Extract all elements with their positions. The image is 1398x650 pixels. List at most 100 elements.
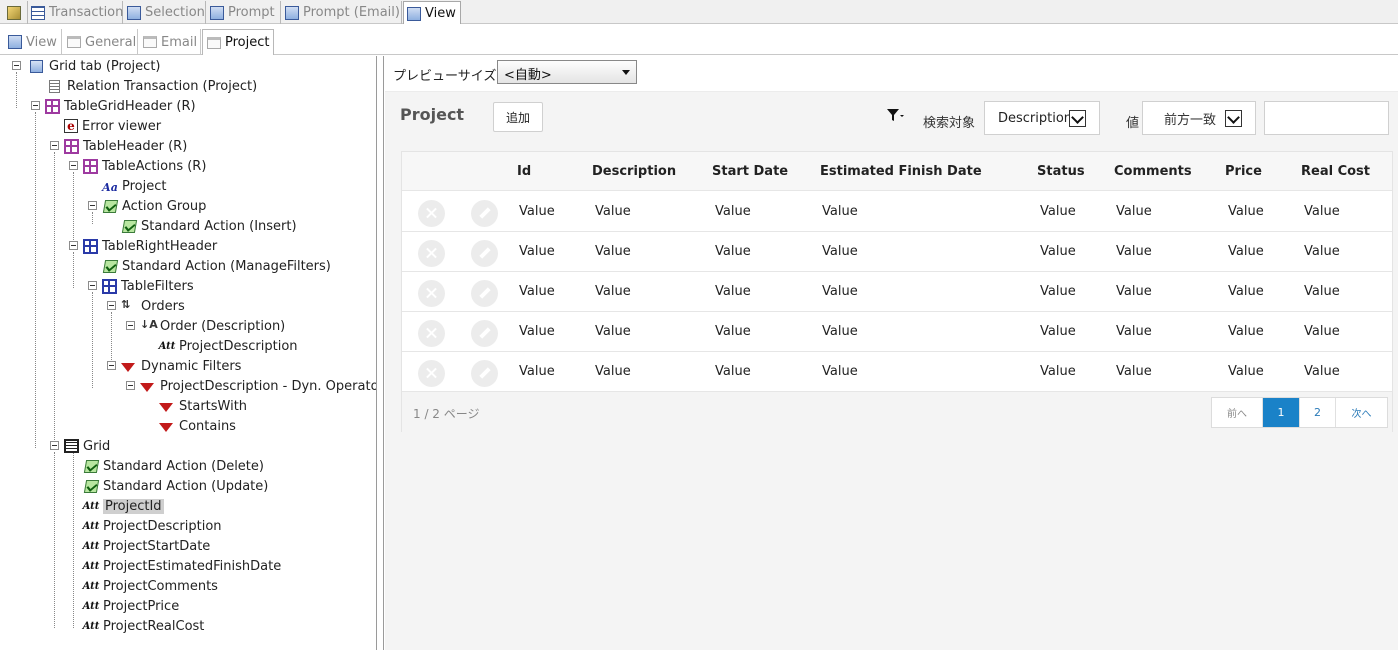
page-button[interactable]: 2: [1300, 398, 1336, 427]
table-cell: Value: [595, 284, 631, 299]
tree-node-action-insert[interactable]: Standard Action (Insert): [121, 216, 297, 236]
tree-node-startswith[interactable]: StartsWith: [159, 396, 247, 416]
table-cell: Value: [1040, 324, 1076, 339]
delete-icon[interactable]: [418, 320, 445, 347]
delete-icon[interactable]: [418, 240, 445, 267]
tree-node-projectrealcost[interactable]: Att ProjectRealCost: [83, 616, 205, 636]
subtab-project[interactable]: Project: [202, 29, 274, 55]
tree-node-grid[interactable]: Grid: [50, 436, 110, 456]
prev-page-button[interactable]: 前へ: [1212, 398, 1263, 427]
table-cell: Value: [822, 324, 858, 339]
tab-prompt-email[interactable]: Prompt (Email): [282, 1, 402, 24]
tree-node-orders[interactable]: ⇅ Orders: [107, 296, 185, 316]
tree-node-tablefilters[interactable]: TableFilters: [88, 276, 194, 296]
preview-size-select[interactable]: <自動>: [497, 60, 637, 84]
table-cell: Value: [595, 244, 631, 259]
delete-icon[interactable]: [418, 200, 445, 227]
column-header[interactable]: Description: [592, 164, 676, 179]
collapse-toggle[interactable]: [50, 141, 59, 150]
tree-node-projectdescription[interactable]: Att ProjectDescription: [83, 516, 222, 536]
collapse-toggle[interactable]: [107, 361, 116, 370]
tab-transaction[interactable]: Transaction: [28, 1, 123, 24]
edit-icon[interactable]: [471, 360, 498, 387]
filter-toggle-icon[interactable]: [886, 106, 904, 124]
next-page-button[interactable]: 次へ: [1336, 398, 1387, 427]
tree-node-tablegridheader[interactable]: TableGridHeader (R): [31, 96, 196, 116]
column-header[interactable]: Estimated Finish Date: [820, 164, 982, 179]
search-field-select[interactable]: Description: [984, 101, 1100, 135]
tree-label: ProjectDescription: [179, 338, 298, 354]
tree-node-project-text[interactable]: Aa Project: [102, 176, 166, 196]
collapse-toggle[interactable]: [50, 441, 59, 450]
collapse-toggle[interactable]: [69, 161, 78, 170]
grid-icon: [64, 439, 79, 453]
edit-icon[interactable]: [471, 320, 498, 347]
tree-label-selected: ProjectId: [103, 498, 164, 514]
tree-node-dynamic-filters[interactable]: Dynamic Filters: [107, 356, 241, 376]
delete-icon[interactable]: [418, 280, 445, 307]
column-header[interactable]: Start Date: [712, 164, 788, 179]
tab-label: Transaction: [49, 5, 124, 20]
tab-properties[interactable]: [4, 1, 28, 24]
tree-node-grid-tab[interactable]: Grid tab (Project): [12, 56, 160, 76]
table-cell: Value: [822, 244, 858, 259]
tree-line: [73, 252, 74, 288]
tree-node-tableheader[interactable]: TableHeader (R): [50, 136, 187, 156]
tree-node-dyn-operator[interactable]: ProjectDescription - Dyn. Operator: [126, 376, 384, 396]
edit-icon[interactable]: [471, 240, 498, 267]
tree-node-order-description[interactable]: ↓A Order (Description): [126, 316, 285, 336]
column-header[interactable]: Comments: [1114, 164, 1192, 179]
tab-selection[interactable]: Selection: [124, 1, 206, 24]
subtab-view[interactable]: View: [4, 29, 62, 55]
tab-view[interactable]: View: [403, 1, 461, 25]
collapse-toggle[interactable]: [126, 381, 135, 390]
tree-node-action-update[interactable]: Standard Action (Update): [83, 476, 268, 496]
table-cell: Value: [1228, 364, 1264, 379]
collapse-toggle[interactable]: [12, 61, 21, 70]
collapse-toggle[interactable]: [69, 241, 78, 250]
tree-node-projectprice[interactable]: Att ProjectPrice: [83, 596, 180, 616]
edit-icon[interactable]: [471, 200, 498, 227]
tree-node-order-attribute[interactable]: Att ProjectDescription: [159, 336, 298, 356]
add-button[interactable]: 追加: [493, 102, 543, 132]
tree-node-projectstartdate[interactable]: Att ProjectStartDate: [83, 536, 211, 556]
tree-node-action-delete[interactable]: Standard Action (Delete): [83, 456, 264, 476]
tree-label: Standard Action (Update): [103, 478, 269, 494]
column-header[interactable]: Status: [1037, 164, 1085, 179]
tree-node-projectcomments[interactable]: Att ProjectComments: [83, 576, 218, 596]
delete-icon[interactable]: [418, 360, 445, 387]
tree-label: Standard Action (ManageFilters): [122, 258, 331, 274]
column-header[interactable]: Price: [1225, 164, 1262, 179]
tree-node-contains[interactable]: Contains: [159, 416, 236, 436]
page-button-current[interactable]: 1: [1263, 398, 1300, 427]
collapse-toggle[interactable]: [31, 101, 40, 110]
tree-label: Contains: [179, 418, 236, 434]
tree-node-error-viewer[interactable]: e Error viewer: [64, 116, 161, 136]
column-header[interactable]: Real Cost: [1301, 164, 1370, 179]
subtab-general[interactable]: General: [63, 29, 138, 55]
tree-node-tablerightheader[interactable]: TableRightHeader: [69, 236, 217, 256]
tree-node-action-managefilters[interactable]: Standard Action (ManageFilters): [102, 256, 331, 276]
tree-node-projectestimatedfinishdate[interactable]: Att ProjectEstimatedFinishDate: [83, 556, 282, 576]
filter-value-input[interactable]: [1264, 101, 1389, 135]
collapse-toggle[interactable]: [107, 301, 116, 310]
column-header[interactable]: Id: [517, 164, 531, 179]
subtab-label: Email: [161, 34, 198, 50]
structure-tree: Grid tab (Project) Relation Transaction …: [0, 56, 384, 650]
collapse-toggle[interactable]: [88, 201, 97, 210]
table-cell: Value: [822, 284, 858, 299]
collapse-toggle[interactable]: [88, 281, 97, 290]
main-tab-bar: Transaction Selection Prompt Prompt (Ema…: [0, 0, 1398, 25]
tab-prompt[interactable]: Prompt: [207, 1, 281, 24]
operator-select[interactable]: 前方一致: [1142, 101, 1256, 135]
subtab-email[interactable]: Email: [139, 29, 201, 55]
panel-splitter[interactable]: [376, 56, 384, 650]
search-field-label: 検索対象: [923, 116, 976, 131]
collapse-toggle[interactable]: [126, 321, 135, 330]
edit-icon[interactable]: [471, 280, 498, 307]
tree-node-projectid[interactable]: Att ProjectId: [83, 496, 164, 516]
tree-node-tableactions[interactable]: TableActions (R): [69, 156, 206, 176]
table-row: Value Value Value Value Value Value Valu…: [402, 312, 1392, 352]
tree-node-relation-transaction[interactable]: Relation Transaction (Project): [47, 76, 257, 96]
tree-node-action-group[interactable]: Action Group: [88, 196, 206, 216]
